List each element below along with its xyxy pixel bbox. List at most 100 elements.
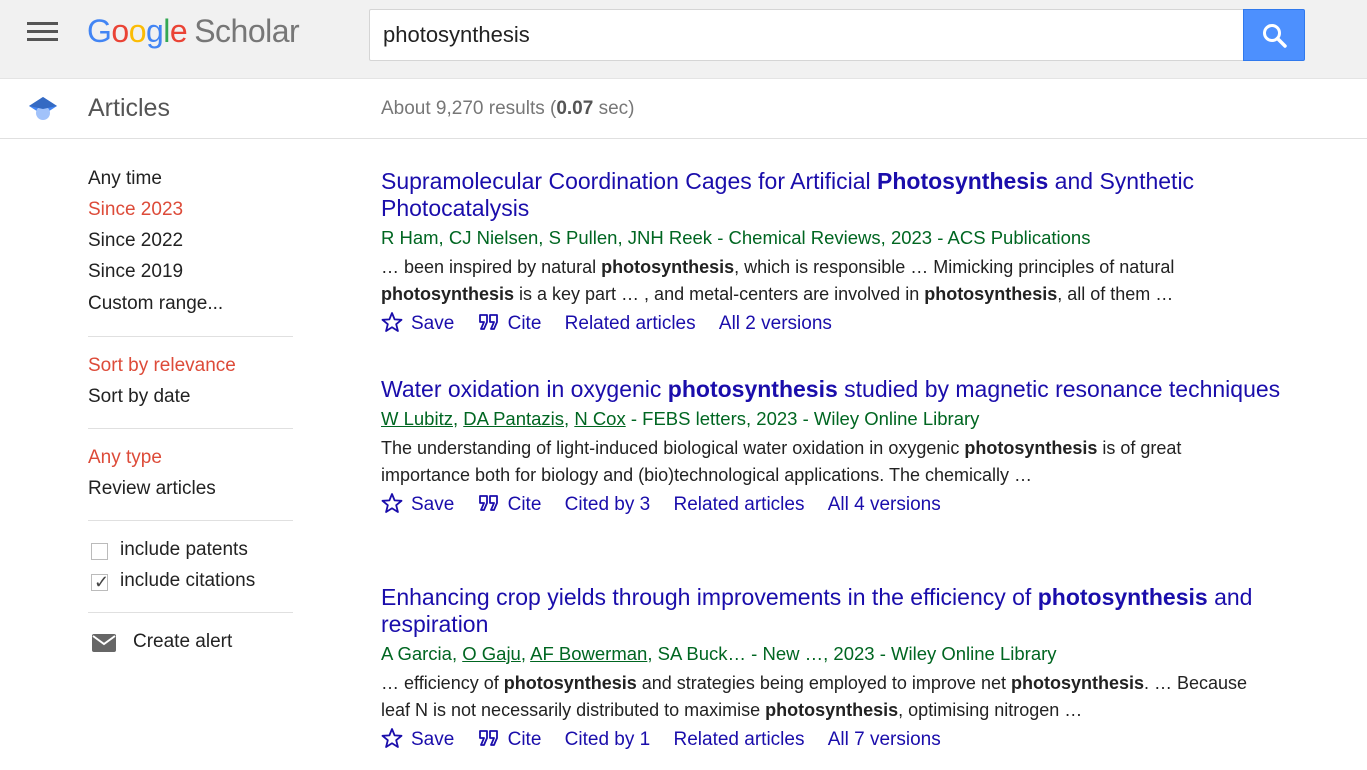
author-link[interactable]: W Lubitz <box>381 408 453 429</box>
sub-header: Articles About 9,270 results (0.07 sec) <box>0 79 1367 139</box>
cite-button[interactable]: Cite <box>478 725 542 755</box>
snippet-text: , optimising nitrogen … <box>898 700 1083 720</box>
sort-by-date[interactable]: Sort by date <box>88 386 190 408</box>
author: A Garcia <box>381 643 452 664</box>
star-icon <box>381 312 403 332</box>
author-link[interactable]: N Cox <box>574 408 625 429</box>
snippet-text: … been inspired by natural <box>381 257 602 277</box>
cite-button[interactable]: Cite <box>478 490 542 520</box>
related-articles-link[interactable]: Related articles <box>674 490 805 520</box>
result-item: Supramolecular Coordination Cages for Ar… <box>381 168 1346 339</box>
title-highlight: photosynthesis <box>667 376 838 402</box>
filter-since-2022[interactable]: Since 2022 <box>88 230 183 252</box>
filter-custom-range[interactable]: Custom range... <box>88 293 223 315</box>
menu-icon[interactable] <box>27 22 59 44</box>
stats-prefix: About 9,270 results ( <box>381 98 557 119</box>
include-citations-checkbox[interactable]: ✓ <box>91 572 110 592</box>
result-title-link[interactable]: Supramolecular Coordination Cages for Ar… <box>381 168 1346 222</box>
result-title-link[interactable]: Enhancing crop yields through improvemen… <box>381 584 1346 638</box>
logo-letter: o <box>128 13 147 49</box>
title-highlight: Photosynthesis <box>877 168 1049 194</box>
cite-button[interactable]: Cite <box>478 309 542 339</box>
logo-letter: g <box>145 13 164 49</box>
logo-scholar-text: Scholar <box>194 13 300 49</box>
save-label: Save <box>411 494 455 515</box>
source: - FEBS letters, 2023 - Wiley Online Libr… <box>625 408 980 429</box>
save-button[interactable]: Save <box>381 490 454 520</box>
logo-letter: G <box>87 13 112 49</box>
title-text: Enhancing crop yields through improvemen… <box>381 584 1038 610</box>
related-articles-link[interactable]: Related articles <box>565 309 696 339</box>
cite-label: Cite <box>507 729 542 750</box>
result-snippet: … been inspired by natural photosynthesi… <box>381 254 1281 308</box>
sort-by-relevance[interactable]: Sort by relevance <box>88 355 236 377</box>
cited-by-link[interactable]: Cited by 3 <box>565 490 651 520</box>
filter-since-2023[interactable]: Since 2023 <box>88 199 183 221</box>
result-snippet: … efficiency of photosynthesis and strat… <box>381 670 1281 724</box>
snippet-highlight: photosynthesis <box>1010 673 1144 693</box>
author-link[interactable]: DA Pantazis <box>463 408 564 429</box>
result-meta: R Ham, CJ Nielsen, S Pullen, JNH Reek - … <box>381 227 1346 249</box>
star-icon <box>381 728 403 748</box>
related-articles-link[interactable]: Related articles <box>674 725 805 755</box>
all-versions-link[interactable]: All 2 versions <box>719 309 832 339</box>
logo-letter: l <box>163 13 170 49</box>
search-icon <box>1263 24 1287 48</box>
snippet-text: … efficiency of <box>381 673 504 693</box>
logo-letter: o <box>111 13 129 49</box>
quote-icon <box>478 730 498 746</box>
snippet-text: , which is responsible … Mimicking princ… <box>734 257 1175 277</box>
save-button[interactable]: Save <box>381 725 454 755</box>
title-text: Water oxidation in oxygenic <box>381 376 668 402</box>
create-alert-link[interactable]: Create alert <box>133 631 232 653</box>
filter-since-2019[interactable]: Since 2019 <box>88 261 183 283</box>
envelope-icon <box>92 634 116 652</box>
snippet-highlight: photosynthesis <box>765 700 899 720</box>
result-item: Water oxidation in oxygenic photosynthes… <box>381 376 1346 520</box>
all-versions-link[interactable]: All 7 versions <box>828 725 941 755</box>
stats-suffix: sec) <box>593 98 635 119</box>
google-scholar-logo[interactable]: Google Scholar <box>87 13 300 50</box>
source: - New …, 2023 - Wiley Online Library <box>746 643 1057 664</box>
filter-review-articles[interactable]: Review articles <box>88 478 216 500</box>
snippet-text: The understanding of light-induced biolo… <box>381 438 965 458</box>
include-patents-label[interactable]: include patents <box>120 539 248 561</box>
logo-letter: e <box>169 13 188 49</box>
author-link[interactable]: AF Bowerman <box>530 643 647 664</box>
result-snippet: The understanding of light-induced biolo… <box>381 435 1221 489</box>
filter-any-type[interactable]: Any type <box>88 447 162 469</box>
include-citations-label[interactable]: include citations <box>120 570 255 592</box>
result-meta: A Garcia, O Gaju, AF Bowerman, SA Buck… … <box>381 643 1057 664</box>
source: - Chemical Reviews, 2023 - ACS Publicati… <box>712 227 1091 248</box>
snippet-highlight: photosynthesis <box>503 673 637 693</box>
snippet-highlight: photosynthesis <box>381 284 515 304</box>
cite-label: Cite <box>507 494 542 515</box>
save-button[interactable]: Save <box>381 309 454 339</box>
save-label: Save <box>411 729 455 750</box>
result-actions: Save Cite Related articles All 2 version… <box>381 309 1346 339</box>
save-label: Save <box>411 313 455 334</box>
result-title-link[interactable]: Water oxidation in oxygenic photosynthes… <box>381 376 1346 403</box>
all-versions-link[interactable]: All 4 versions <box>828 490 941 520</box>
results-stats: About 9,270 results (0.07 sec) <box>381 98 635 120</box>
cite-label: Cite <box>507 313 542 334</box>
section-title[interactable]: Articles <box>88 94 170 123</box>
snippet-text: and strategies being employed to improve… <box>636 673 1011 693</box>
stats-time: 0.07 <box>556 98 594 119</box>
search-input[interactable] <box>369 9 1243 61</box>
author-link[interactable]: O Gaju <box>462 643 521 664</box>
include-patents-checkbox[interactable] <box>91 543 108 560</box>
quote-icon <box>478 495 498 511</box>
result-actions: Save Cite Cited by 1 Related articles Al… <box>381 725 1346 755</box>
authors: R Ham, CJ Nielsen, S Pullen, JNH Reek <box>381 227 713 248</box>
search-button[interactable] <box>1243 9 1305 61</box>
snippet-highlight: photosynthesis <box>964 438 1098 458</box>
cited-by-link[interactable]: Cited by 1 <box>565 725 651 755</box>
result-meta: W Lubitz, DA Pantazis, N Cox - FEBS lett… <box>381 408 980 429</box>
result-actions: Save Cite Cited by 3 Related articles Al… <box>381 490 1346 520</box>
divider <box>88 336 293 337</box>
snippet-text: , all of them … <box>1057 284 1174 304</box>
checkmark-icon: ✓ <box>94 572 110 592</box>
title-text: studied by magnetic resonance techniques <box>837 376 1281 402</box>
filter-any-time[interactable]: Any time <box>88 168 162 190</box>
